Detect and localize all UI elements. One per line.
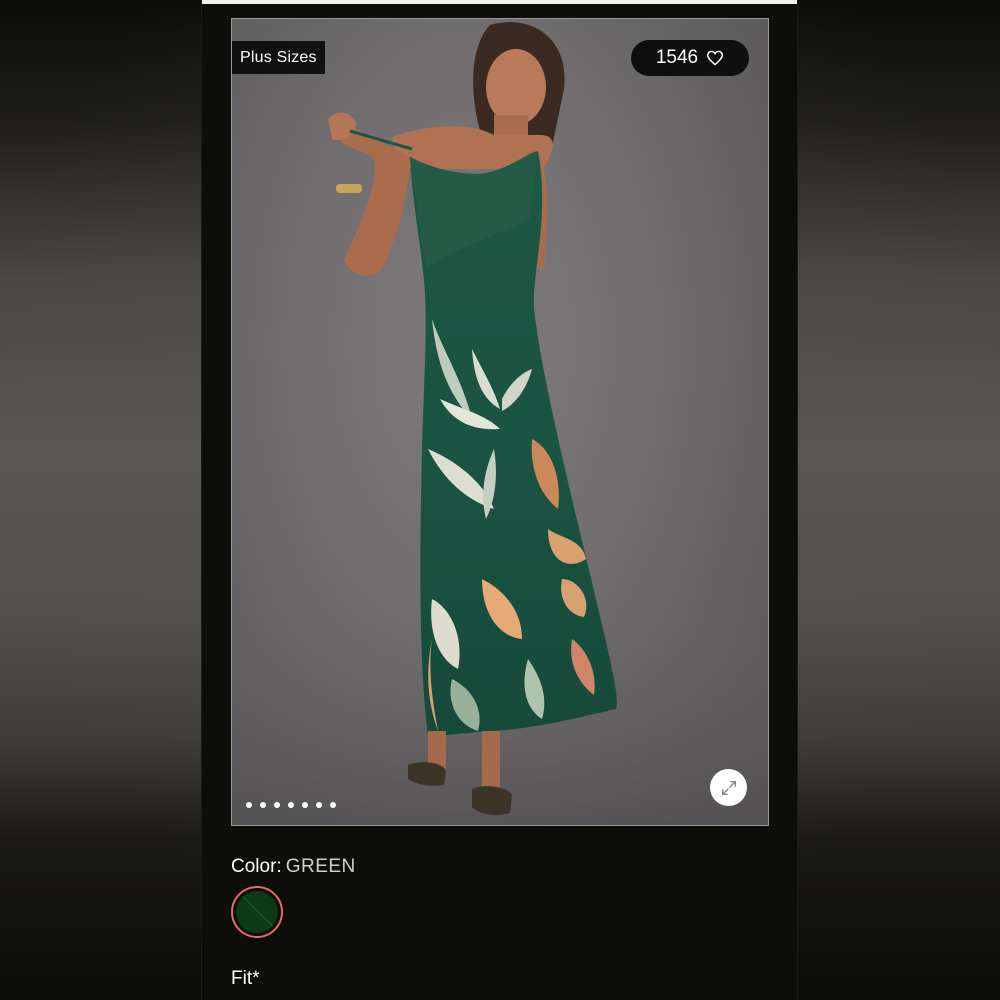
product-screen: Plus Sizes 1546 Color: GREEN Fit*: [202, 0, 797, 1000]
top-edge: [202, 0, 797, 4]
pagination-dot[interactable]: [246, 802, 252, 808]
pagination-dot[interactable]: [330, 802, 336, 808]
like-count: 1546: [655, 47, 699, 68]
like-button[interactable]: 1546: [631, 40, 749, 76]
expand-arrows-icon: [721, 780, 736, 795]
pagination-dot[interactable]: [316, 802, 322, 808]
image-pagination[interactable]: [246, 802, 336, 808]
pagination-dot[interactable]: [260, 802, 266, 808]
pagination-dot[interactable]: [288, 802, 294, 808]
color-label: Color:: [231, 856, 282, 877]
pagination-dot[interactable]: [274, 802, 280, 808]
expand-image-button[interactable]: [710, 769, 747, 806]
color-selector-label: Color: GREEN: [231, 856, 356, 878]
plus-sizes-badge: Plus Sizes: [232, 41, 325, 74]
model-illustration: [232, 22, 768, 825]
product-image[interactable]: Plus Sizes 1546: [231, 18, 769, 826]
heart-icon: [707, 50, 724, 66]
color-swatch-green[interactable]: [231, 886, 283, 938]
fit-label: Fit*: [231, 968, 260, 989]
color-value: GREEN: [285, 856, 356, 877]
pagination-dot[interactable]: [302, 802, 308, 808]
swatch-fill: [236, 891, 278, 933]
